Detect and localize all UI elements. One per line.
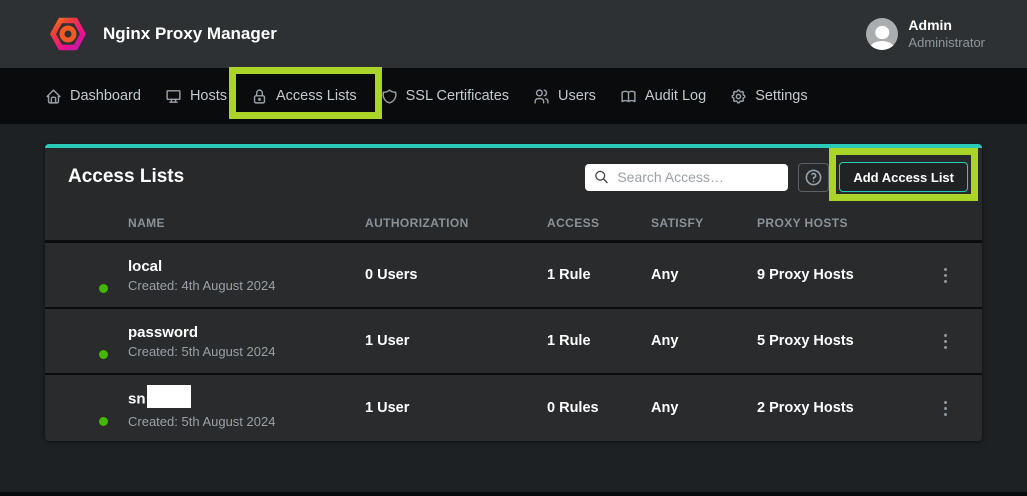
access-cell: 1 Rule [547, 333, 651, 349]
question-circle-icon [804, 168, 823, 187]
access-list-avatar [71, 256, 109, 294]
access-list-name: password [128, 324, 198, 341]
access-cell: 0 Rules [547, 400, 651, 416]
satisfy-cell: Any [651, 333, 757, 349]
access-list-name: sn [128, 390, 146, 407]
row-menu-button[interactable] [938, 262, 953, 289]
status-dot [97, 282, 110, 295]
nav-label: Dashboard [70, 88, 141, 104]
home-icon [45, 88, 62, 105]
table-row[interactable]: local Created: 4th August 2024 0 Users 1… [45, 243, 982, 309]
gear-icon [730, 88, 747, 105]
access-list-avatar [71, 322, 109, 360]
nav-item-dashboard[interactable]: Dashboard [33, 68, 153, 124]
satisfy-cell: Any [651, 400, 757, 416]
search-input[interactable] [585, 164, 788, 191]
row-menu-button[interactable] [938, 395, 953, 422]
user-name: Admin [908, 17, 985, 35]
table-row[interactable]: sn Created: 5th August 2024 1 User 0 Rul… [45, 375, 982, 441]
column-header-name: NAME [128, 216, 365, 230]
satisfy-cell: Any [651, 267, 757, 283]
access-lists-panel: Access Lists Add Access List NAME AUTHOR… [45, 144, 982, 441]
panel-header: Access Lists Add Access List [45, 148, 982, 206]
nav-item-hosts[interactable]: Hosts [153, 68, 239, 124]
proxy-hosts-cell: 5 Proxy Hosts [757, 333, 908, 349]
access-list-name: local [128, 258, 162, 275]
add-access-list-button[interactable]: Add Access List [839, 162, 968, 192]
brand: Nginx Proxy Manager [50, 16, 277, 52]
access-cell: 1 Rule [547, 267, 651, 283]
nav-item-settings[interactable]: Settings [718, 68, 819, 124]
redaction-box [147, 385, 191, 408]
table-row[interactable]: password Created: 5th August 2024 1 User… [45, 309, 982, 375]
main-nav: Dashboard Hosts Access Lists SSL Certifi… [0, 68, 1027, 124]
app-header: Nginx Proxy Manager Admin Administrator [0, 0, 1027, 68]
search-icon [594, 170, 609, 185]
app-logo-icon [50, 16, 86, 52]
column-header-satisfy: SATISFY [651, 216, 757, 230]
nav-label: Hosts [190, 88, 227, 104]
search-box [585, 164, 788, 191]
nav-label: Users [558, 88, 596, 104]
column-header-authorization: AUTHORIZATION [365, 216, 547, 230]
status-dot [97, 415, 110, 428]
authorization-cell: 0 Users [365, 267, 547, 283]
authorization-cell: 1 User [365, 400, 547, 416]
user-role: Administrator [908, 35, 985, 51]
shield-icon [381, 88, 398, 105]
access-list-avatar [71, 389, 109, 427]
status-dot [97, 348, 110, 361]
book-icon [620, 88, 637, 105]
created-date: Created: 4th August 2024 [128, 278, 365, 293]
nav-item-audit-log[interactable]: Audit Log [608, 68, 718, 124]
nav-label: Audit Log [645, 88, 706, 104]
users-icon [533, 88, 550, 105]
created-date: Created: 5th August 2024 [128, 344, 365, 359]
user-menu[interactable]: Admin Administrator [866, 17, 985, 51]
lock-icon [251, 88, 268, 105]
table-header: NAME AUTHORIZATION ACCESS SATISFY PROXY … [45, 206, 982, 243]
nav-item-access-lists[interactable]: Access Lists [239, 68, 369, 124]
monitor-icon [165, 88, 182, 105]
proxy-hosts-cell: 2 Proxy Hosts [757, 400, 908, 416]
column-header-access: ACCESS [547, 216, 651, 230]
user-avatar [866, 18, 898, 50]
nav-label: Access Lists [276, 88, 357, 104]
nav-label: SSL Certificates [406, 88, 509, 104]
help-button[interactable] [798, 163, 829, 192]
page-content: Access Lists Add Access List NAME AUTHOR… [0, 124, 1027, 441]
page-title: Access Lists [68, 166, 184, 188]
row-menu-button[interactable] [938, 328, 953, 355]
nav-label: Settings [755, 88, 807, 104]
nav-item-ssl-certificates[interactable]: SSL Certificates [369, 68, 521, 124]
created-date: Created: 5th August 2024 [128, 414, 365, 429]
app-title: Nginx Proxy Manager [103, 24, 277, 44]
proxy-hosts-cell: 9 Proxy Hosts [757, 267, 908, 283]
bottom-edge [0, 492, 1027, 496]
nav-item-users[interactable]: Users [521, 68, 608, 124]
authorization-cell: 1 User [365, 333, 547, 349]
column-header-proxy-hosts: PROXY HOSTS [757, 216, 908, 230]
